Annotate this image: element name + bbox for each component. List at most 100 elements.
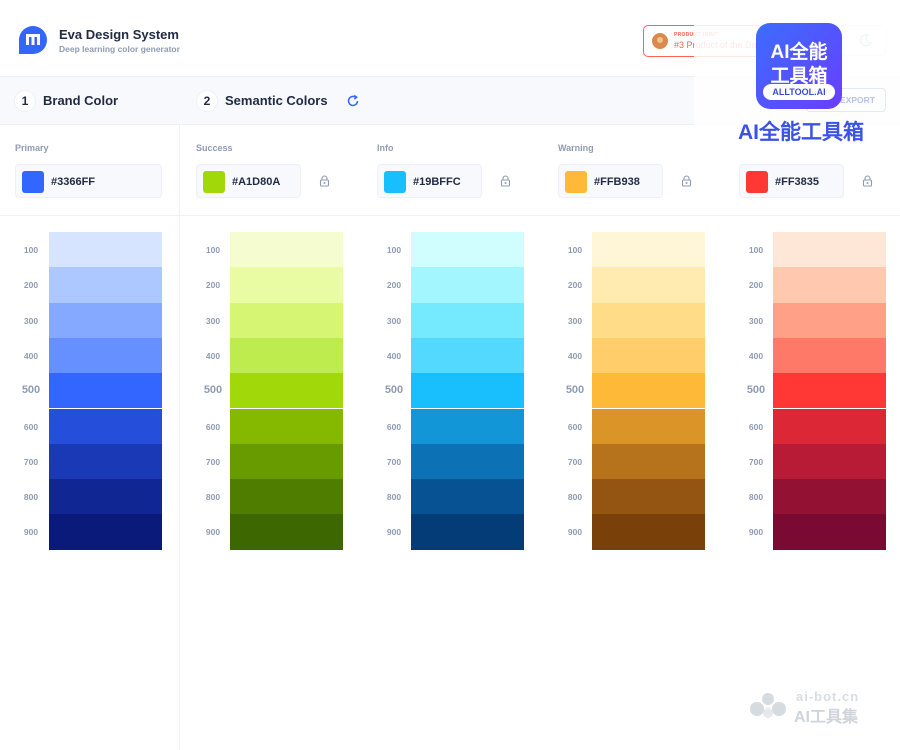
warning-shade-500[interactable] [592, 373, 705, 409]
warning-shade-label-300: 300 [567, 315, 583, 326]
step-number-semantic: 2 [196, 90, 218, 112]
danger-shade-label-900: 900 [748, 527, 764, 538]
watermark-url: ai-bot.cn [796, 689, 860, 704]
primary-shade-label-800: 800 [23, 492, 39, 503]
success-shade-900[interactable] [230, 514, 343, 550]
warning-shade-label-600: 600 [567, 421, 583, 432]
danger-shade-200[interactable] [773, 267, 886, 303]
danger-shade-500[interactable] [773, 373, 886, 409]
danger-shade-600[interactable] [773, 408, 886, 444]
primary-shade-label-100: 100 [23, 245, 39, 255]
warning-swatch[interactable] [565, 171, 587, 193]
primary-shade-label-700: 700 [23, 456, 39, 467]
info-shade-500[interactable] [411, 373, 524, 409]
app-title: Eva Design System [59, 27, 179, 42]
primary-shade-label-900: 900 [23, 527, 39, 538]
primary-shade-300[interactable] [49, 302, 162, 338]
medal-icon [652, 33, 668, 49]
info-shade-700[interactable] [411, 443, 524, 480]
danger-color-field[interactable]: #FF3835 [739, 164, 844, 198]
warning-label: Warning [558, 143, 594, 153]
info-shade-200[interactable] [411, 267, 524, 303]
info-label: Info [377, 143, 394, 153]
danger-shade-label-200: 200 [748, 280, 764, 291]
alltool-badge-url: ALLTOOL.AI [763, 84, 835, 100]
success-shade-800[interactable] [230, 479, 343, 515]
success-shade-label-500: 500 [203, 384, 223, 397]
alltool-badge[interactable]: AI全能 工具箱 ALLTOOL.AI [756, 23, 842, 109]
danger-shade-label-500: 500 [746, 384, 766, 397]
warning-shade-200[interactable] [592, 267, 705, 303]
warning-shade-600[interactable] [592, 408, 705, 444]
success-shade-700[interactable] [230, 443, 343, 480]
primary-shade-100[interactable] [49, 232, 162, 268]
warning-shade-100[interactable] [592, 232, 705, 268]
success-shade-label-900: 900 [205, 527, 221, 538]
warning-hex-value[interactable]: #FFB938 [594, 176, 640, 188]
success-lock-icon[interactable] [319, 175, 330, 187]
primary-shade-label-500: 500 [21, 384, 41, 397]
primary-swatch[interactable] [22, 171, 44, 193]
column-divider [179, 125, 180, 750]
success-shade-200[interactable] [230, 267, 343, 303]
primary-shade-600[interactable] [49, 408, 162, 444]
alltool-caption: AI全能工具箱 [738, 121, 864, 144]
success-shade-label-700: 700 [205, 456, 221, 467]
refresh-icon[interactable] [346, 94, 360, 108]
danger-shade-100[interactable] [773, 232, 886, 268]
warning-color-field[interactable]: #FFB938 [558, 164, 663, 198]
info-hex-value[interactable]: #19BFFC [413, 176, 461, 188]
primary-color-field[interactable]: #3366FF [15, 164, 162, 198]
info-shade-400[interactable] [411, 337, 524, 374]
info-shade-label-500: 500 [384, 384, 404, 397]
primary-shade-900[interactable] [49, 514, 162, 550]
primary-shade-500[interactable] [49, 373, 162, 409]
info-shade-label-200: 200 [386, 280, 402, 291]
info-shade-300[interactable] [411, 302, 524, 338]
primary-shade-800[interactable] [49, 479, 162, 515]
info-shade-800[interactable] [411, 479, 524, 515]
warning-shade-label-100: 100 [567, 245, 583, 255]
danger-shade-900[interactable] [773, 514, 886, 550]
success-color-field[interactable]: #A1D80A [196, 164, 301, 198]
success-shade-300[interactable] [230, 302, 343, 338]
warning-shade-300[interactable] [592, 302, 705, 338]
info-shade-600[interactable] [411, 408, 524, 444]
success-swatch[interactable] [203, 171, 225, 193]
info-color-field[interactable]: #19BFFC [377, 164, 482, 198]
warning-shade-400[interactable] [592, 337, 705, 374]
info-shade-100[interactable] [411, 232, 524, 268]
danger-shade-300[interactable] [773, 302, 886, 338]
step-title-brand: Brand Color [43, 93, 119, 108]
success-shade-500[interactable] [230, 373, 343, 409]
danger-shade-400[interactable] [773, 337, 886, 374]
warning-shade-label-700: 700 [567, 456, 583, 467]
primary-shade-200[interactable] [49, 267, 162, 303]
info-swatch[interactable] [384, 171, 406, 193]
warning-shade-700[interactable] [592, 443, 705, 480]
danger-hex-value[interactable]: #FF3835 [775, 176, 819, 188]
info-shade-900[interactable] [411, 514, 524, 550]
danger-lock-icon[interactable] [862, 175, 873, 187]
primary-shade-400[interactable] [49, 337, 162, 374]
primary-shade-label-300: 300 [23, 315, 39, 326]
success-shade-label-400: 400 [205, 350, 221, 361]
warning-shade-900[interactable] [592, 514, 705, 550]
warning-shade-800[interactable] [592, 479, 705, 515]
success-shade-label-100: 100 [205, 245, 221, 255]
success-shade-100[interactable] [230, 232, 343, 268]
alltool-badge-line1: AI全能 [770, 42, 828, 63]
warning-shade-label-500: 500 [565, 384, 585, 397]
primary-shade-label-600: 600 [23, 421, 39, 432]
danger-shade-700[interactable] [773, 443, 886, 480]
warning-lock-icon[interactable] [681, 175, 692, 187]
success-hex-value[interactable]: #A1D80A [232, 176, 280, 188]
danger-swatch[interactable] [746, 171, 768, 193]
success-shade-400[interactable] [230, 337, 343, 374]
success-shade-600[interactable] [230, 408, 343, 444]
primary-shade-700[interactable] [49, 443, 162, 480]
info-lock-icon[interactable] [500, 175, 511, 187]
eva-logo-icon[interactable] [15, 22, 51, 58]
primary-hex-value[interactable]: #3366FF [51, 176, 95, 188]
danger-shade-800[interactable] [773, 479, 886, 515]
